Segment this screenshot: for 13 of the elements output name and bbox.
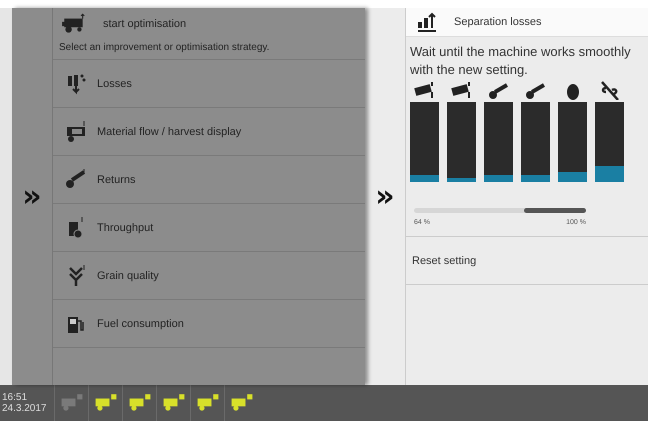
strategy-item[interactable]: Material flow / harvest display xyxy=(53,108,365,156)
message-text: Wait until the machine works smoothly with the new setting. xyxy=(409,43,632,79)
time-text: 16:51 xyxy=(2,392,28,403)
date-text: 24.3.2017 xyxy=(2,403,48,414)
strategy-item[interactable]: Fuel consumption xyxy=(53,300,365,348)
strategy-item[interactable]: Losses xyxy=(53,60,365,108)
header-title: Separation losses xyxy=(454,16,542,28)
instruction-text: Select an improvement or optimisation strategy. xyxy=(53,40,365,60)
header-title: start optimisation xyxy=(103,18,186,30)
strategy-item[interactable]: Throughput xyxy=(53,204,365,252)
expand-button[interactable]: » xyxy=(371,182,399,212)
expand-button[interactable]: » xyxy=(18,182,46,212)
reset-button[interactable]: Reset setting xyxy=(406,237,648,286)
